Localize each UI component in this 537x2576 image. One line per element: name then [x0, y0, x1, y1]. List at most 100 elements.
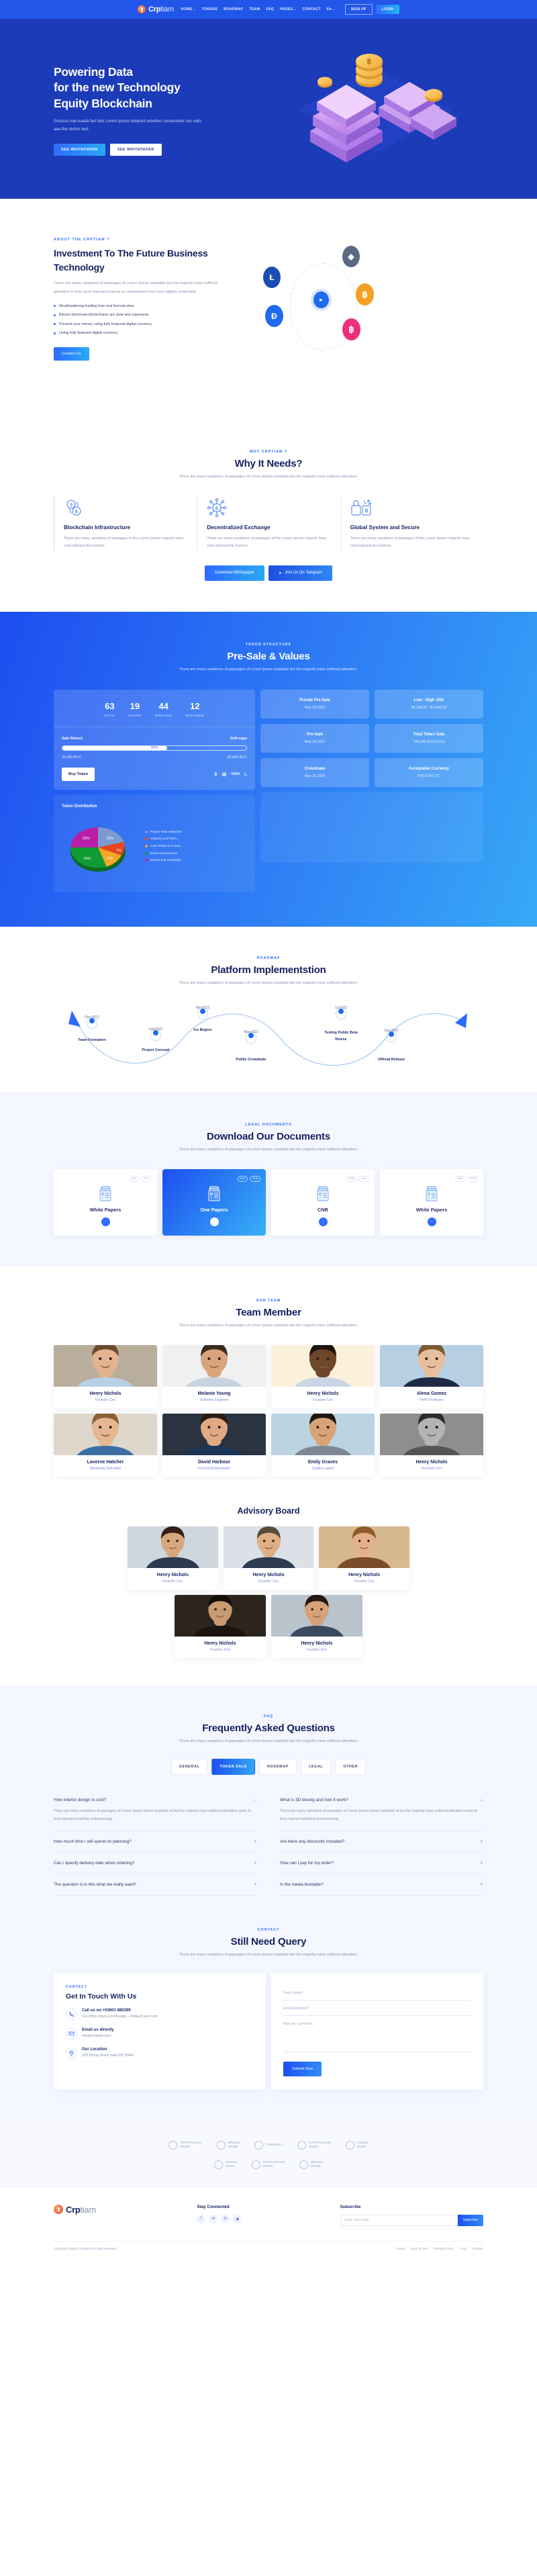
- tab-other[interactable]: OTHER: [335, 1759, 367, 1776]
- team-card[interactable]: Henry Nichols Founder Ceo: [54, 1344, 157, 1408]
- faq-item[interactable]: Are there any discounts included? +: [280, 1831, 483, 1853]
- plus-icon[interactable]: +: [254, 1859, 257, 1866]
- signup-button[interactable]: SIGN UP: [344, 4, 373, 15]
- partner-logo[interactable]: TOKEN DESK: [345, 2140, 369, 2150]
- footer-link-faq[interactable]: FAQ: [460, 2248, 467, 2251]
- team-card[interactable]: Melanie Young Software Engineer: [162, 1344, 266, 1408]
- faq-item[interactable]: How much time I will spend on planning? +: [54, 1831, 257, 1853]
- plus-icon[interactable]: +: [254, 1881, 257, 1888]
- instagram-icon[interactable]: ◉: [233, 2214, 242, 2223]
- language-selector[interactable]: En⌄: [327, 7, 335, 11]
- email-input[interactable]: Email Address*: [283, 2000, 471, 2016]
- download-icon[interactable]: ↓: [318, 1217, 328, 1226]
- faq-item[interactable]: What is 3D desing and how it work? – There…: [280, 1790, 483, 1831]
- document-card-white-papers[interactable]: ENG RUS White Papers ↓: [54, 1168, 157, 1236]
- member-role: Founder Ceo: [258, 1579, 279, 1583]
- subscribe-email-input[interactable]: Enter Your Email: [340, 2214, 458, 2226]
- hero-primary-button[interactable]: SEE WHITEPAPER: [54, 143, 105, 156]
- lang-rus[interactable]: RUS: [141, 1175, 152, 1182]
- subscribe-button[interactable]: Subscribe: [457, 2214, 483, 2226]
- nav-item-faq[interactable]: FAQ: [266, 7, 274, 11]
- team-card[interactable]: Henry Nichols Founder Ceo: [380, 1413, 483, 1477]
- minus-icon[interactable]: –: [254, 1797, 257, 1803]
- partner-logo[interactable]: BRAND NAME: [216, 2140, 240, 2150]
- team-card[interactable]: Emily Graves Captive agent: [271, 1413, 375, 1477]
- tab-token-sale[interactable]: TOKEN SALE: [211, 1759, 255, 1776]
- nav-item-contact[interactable]: CONTACT: [302, 7, 320, 11]
- hero-secondary-button[interactable]: SEE WHITEPAPER: [109, 143, 162, 156]
- partner-logo[interactable]: BRAND NAME: [299, 2160, 323, 2169]
- footer-link-home[interactable]: Home: [397, 2248, 405, 2251]
- partner-logo[interactable]: CRYPTOCOIN NEWS: [168, 2140, 202, 2150]
- nav-item-home[interactable]: HOME⌄: [181, 7, 196, 11]
- lang-rus[interactable]: RUS: [250, 1175, 260, 1182]
- message-textarea[interactable]: Ask any question...: [283, 2016, 471, 2052]
- lang-eng[interactable]: ENG: [237, 1175, 248, 1182]
- faq-item[interactable]: How interior design is cost? – There are m…: [54, 1790, 257, 1831]
- nav-item-team[interactable]: TEAM: [249, 7, 260, 11]
- partner-name: BRAND NAME: [228, 2141, 240, 2149]
- lang-eng[interactable]: ENG: [128, 1175, 140, 1182]
- document-card-white-papers-2[interactable]: ENG RUS White Papers ↓: [380, 1168, 483, 1236]
- faq-item[interactable]: Is the media bootable? +: [280, 1874, 483, 1896]
- team-card[interactable]: Laverne Hatcher Marketing Specialist: [54, 1413, 157, 1477]
- document-card-one-papers[interactable]: ENG RUS One Papers ↓: [162, 1168, 266, 1236]
- svg-text:25%: 25%: [83, 837, 90, 841]
- presale-subtitle: There are many variations of passages of…: [179, 667, 358, 672]
- member-role: Captive agent: [311, 1466, 334, 1471]
- play-button-icon[interactable]: ►: [313, 291, 329, 308]
- tab-roadmap[interactable]: ROADMAP: [259, 1759, 297, 1776]
- buy-token-button[interactable]: Buy Token: [62, 768, 95, 782]
- logo-text-bold: Crp: [148, 5, 161, 13]
- team-card[interactable]: David Harbour Front-End Developer: [162, 1413, 266, 1477]
- name-input[interactable]: Your Name*: [283, 1985, 471, 2000]
- nav-item-roadmap[interactable]: ROADMAP: [224, 7, 243, 11]
- faq-item[interactable]: Can i specify delivery date when orderin…: [54, 1853, 257, 1874]
- join-telegram-button[interactable]: ➤ Join Us On Telegram: [268, 565, 332, 581]
- team-card[interactable]: Henry Nichols Founder Ceo: [128, 1526, 218, 1590]
- download-icon[interactable]: ↓: [209, 1217, 219, 1226]
- footer-link-privacy-policy[interactable]: Privacy Policy: [434, 2248, 454, 2251]
- member-role: Founder Ceo: [162, 1579, 183, 1583]
- nav-item-tokens[interactable]: TOKENS: [201, 7, 217, 11]
- team-section: OUR TEAM Team Member There are many vari…: [0, 1266, 537, 1500]
- download-icon[interactable]: ↓: [427, 1217, 436, 1226]
- tab-legal[interactable]: LEGAL: [301, 1759, 332, 1776]
- minus-icon[interactable]: –: [480, 1797, 483, 1803]
- footer-link-contact[interactable]: Contact: [472, 2248, 483, 2251]
- submit-now-button[interactable]: Submit Now: [283, 2061, 322, 2076]
- team-card[interactable]: Henry Nichols Founder Ceo: [175, 1594, 266, 1658]
- team-card[interactable]: Henry Nichols Founder Ceo: [319, 1526, 409, 1590]
- plus-icon[interactable]: +: [480, 1838, 483, 1845]
- document-card-cnr[interactable]: ENG RUS CNR ↓: [271, 1168, 375, 1236]
- footer-link-buy-or-sell[interactable]: Buy Or Sell: [411, 2248, 428, 2251]
- lang-eng[interactable]: ENG: [346, 1175, 357, 1182]
- team-card[interactable]: Henry Nichols Founder Ceo: [271, 1344, 375, 1408]
- facebook-icon[interactable]: f: [197, 2214, 206, 2223]
- partner-logo[interactable]: TOKEN DESK: [214, 2160, 237, 2169]
- partner-logo[interactable]: CRYPTOCOIN NEWS: [297, 2140, 330, 2150]
- plus-icon[interactable]: +: [480, 1881, 483, 1888]
- lang-rus[interactable]: RUS: [358, 1175, 369, 1182]
- lang-eng[interactable]: ENG: [454, 1175, 466, 1182]
- contact-us-button[interactable]: Contact Us: [54, 347, 89, 361]
- team-card[interactable]: Henry Nichols Founder Ceo: [223, 1526, 314, 1590]
- faq-item[interactable]: How can i pay for my order? +: [280, 1853, 483, 1874]
- logo[interactable]: Crptiam: [138, 5, 174, 13]
- team-card[interactable]: Henry Nichols Founder Ceo: [271, 1594, 362, 1658]
- plus-icon[interactable]: +: [254, 1838, 257, 1845]
- partner-logo[interactable]: CRYPTOCOIN NEWS: [252, 2160, 285, 2169]
- nav-item-pages[interactable]: PAGES⌄: [280, 7, 296, 11]
- twitter-icon[interactable]: w: [209, 2214, 218, 2223]
- download-whitepaper-button[interactable]: Download Whitepaper: [205, 565, 265, 581]
- lang-rus[interactable]: RUS: [467, 1175, 478, 1182]
- stat-low-high: Low - High 15th $5,158.40 - $ 8,942.32: [375, 690, 483, 719]
- login-button[interactable]: LOGIN: [375, 5, 399, 14]
- partner-logo[interactable]: TOKENIZY: [254, 2140, 283, 2150]
- tab-general[interactable]: GENERAL: [170, 1759, 208, 1776]
- faq-item[interactable]: The question is:Is this what we really w…: [54, 1874, 257, 1896]
- download-icon[interactable]: ↓: [101, 1217, 110, 1226]
- linkedin-icon[interactable]: in: [221, 2214, 230, 2223]
- plus-icon[interactable]: +: [480, 1859, 483, 1866]
- team-card[interactable]: Alena Gomez PHP Developer: [380, 1344, 483, 1408]
